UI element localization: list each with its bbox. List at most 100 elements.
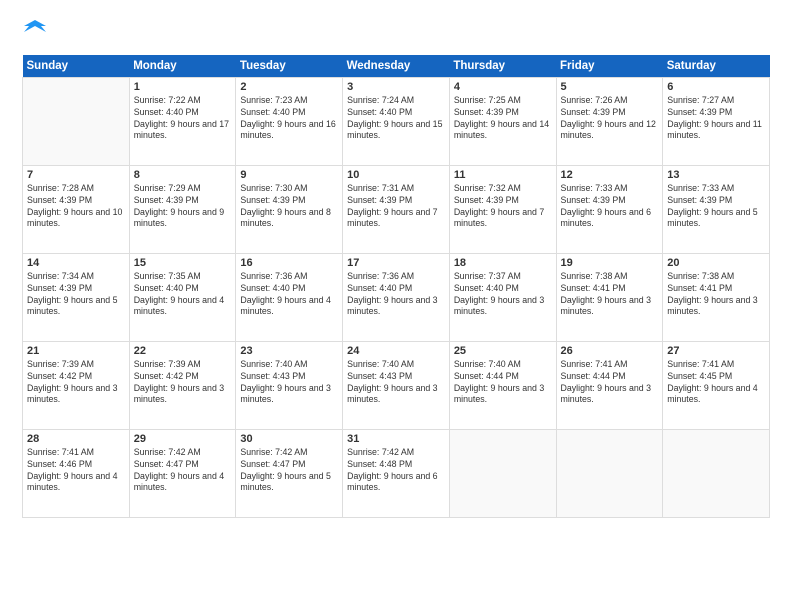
day-number: 28 <box>27 433 125 445</box>
day-number: 2 <box>240 81 338 93</box>
day-info: Sunrise: 7:27 AM Sunset: 4:39 PM Dayligh… <box>667 95 765 143</box>
day-number: 10 <box>347 169 445 181</box>
header-thursday: Thursday <box>449 55 556 78</box>
day-number: 15 <box>134 257 232 269</box>
day-number: 5 <box>561 81 659 93</box>
logo <box>22 18 46 45</box>
calendar-cell: 6 Sunrise: 7:27 AM Sunset: 4:39 PM Daylig… <box>663 77 770 165</box>
day-number: 7 <box>27 169 125 181</box>
day-number: 22 <box>134 345 232 357</box>
calendar-cell: 4 Sunrise: 7:25 AM Sunset: 4:39 PM Daylig… <box>449 77 556 165</box>
calendar-cell <box>449 429 556 517</box>
day-info: Sunrise: 7:22 AM Sunset: 4:40 PM Dayligh… <box>134 95 232 143</box>
calendar-week-row: 7 Sunrise: 7:28 AM Sunset: 4:39 PM Daylig… <box>23 165 770 253</box>
calendar-cell <box>663 429 770 517</box>
header-sunday: Sunday <box>23 55 130 78</box>
calendar-cell: 30Sunrise: 7:42 AM Sunset: 4:47 PM Dayli… <box>236 429 343 517</box>
day-number: 21 <box>27 345 125 357</box>
calendar-week-row: 14Sunrise: 7:34 AM Sunset: 4:39 PM Dayli… <box>23 253 770 341</box>
calendar-week-row: 28Sunrise: 7:41 AM Sunset: 4:46 PM Dayli… <box>23 429 770 517</box>
day-number: 6 <box>667 81 765 93</box>
day-info: Sunrise: 7:23 AM Sunset: 4:40 PM Dayligh… <box>240 95 338 143</box>
day-number: 8 <box>134 169 232 181</box>
calendar-cell: 24 Sunrise: 7:40 AM Sunset: 4:43 PM Dayli… <box>343 341 450 429</box>
calendar-cell: 5 Sunrise: 7:26 AM Sunset: 4:39 PM Daylig… <box>556 77 663 165</box>
day-number: 9 <box>240 169 338 181</box>
day-number: 25 <box>454 345 552 357</box>
calendar-cell: 3Sunrise: 7:24 AM Sunset: 4:40 PM Daylig… <box>343 77 450 165</box>
day-info: Sunrise: 7:29 AM Sunset: 4:39 PM Dayligh… <box>134 183 232 231</box>
calendar-cell: 31 Sunrise: 7:42 AM Sunset: 4:48 PM Dayli… <box>343 429 450 517</box>
day-number: 4 <box>454 81 552 93</box>
day-info: Sunrise: 7:41 AM Sunset: 4:44 PM Dayligh… <box>561 359 659 407</box>
header-friday: Friday <box>556 55 663 78</box>
calendar-cell: 12 Sunrise: 7:33 AM Sunset: 4:39 PM Dayli… <box>556 165 663 253</box>
day-info: Sunrise: 7:40 AM Sunset: 4:44 PM Dayligh… <box>454 359 552 407</box>
calendar-cell: 27Sunrise: 7:41 AM Sunset: 4:45 PM Dayli… <box>663 341 770 429</box>
day-number: 14 <box>27 257 125 269</box>
day-info: Sunrise: 7:38 AM Sunset: 4:41 PM Dayligh… <box>667 271 765 319</box>
day-info: Sunrise: 7:37 AM Sunset: 4:40 PM Dayligh… <box>454 271 552 319</box>
day-info: Sunrise: 7:30 AM Sunset: 4:39 PM Dayligh… <box>240 183 338 231</box>
calendar-cell: 13 Sunrise: 7:33 AM Sunset: 4:39 PM Dayli… <box>663 165 770 253</box>
calendar-week-row: 1 Sunrise: 7:22 AM Sunset: 4:40 PM Daylig… <box>23 77 770 165</box>
day-number: 17 <box>347 257 445 269</box>
day-number: 16 <box>240 257 338 269</box>
day-info: Sunrise: 7:28 AM Sunset: 4:39 PM Dayligh… <box>27 183 125 231</box>
calendar-cell: 7 Sunrise: 7:28 AM Sunset: 4:39 PM Daylig… <box>23 165 130 253</box>
day-info: Sunrise: 7:25 AM Sunset: 4:39 PM Dayligh… <box>454 95 552 143</box>
day-info: Sunrise: 7:41 AM Sunset: 4:45 PM Dayligh… <box>667 359 765 407</box>
calendar-cell: 8 Sunrise: 7:29 AM Sunset: 4:39 PM Daylig… <box>129 165 236 253</box>
calendar-cell: 21Sunrise: 7:39 AM Sunset: 4:42 PM Dayli… <box>23 341 130 429</box>
day-info: Sunrise: 7:42 AM Sunset: 4:48 PM Dayligh… <box>347 447 445 495</box>
calendar-cell: 29 Sunrise: 7:42 AM Sunset: 4:47 PM Dayli… <box>129 429 236 517</box>
calendar-week-row: 21Sunrise: 7:39 AM Sunset: 4:42 PM Dayli… <box>23 341 770 429</box>
calendar-cell: 15 Sunrise: 7:35 AM Sunset: 4:40 PM Dayli… <box>129 253 236 341</box>
day-number: 18 <box>454 257 552 269</box>
calendar-cell: 2 Sunrise: 7:23 AM Sunset: 4:40 PM Daylig… <box>236 77 343 165</box>
day-info: Sunrise: 7:33 AM Sunset: 4:39 PM Dayligh… <box>561 183 659 231</box>
day-number: 11 <box>454 169 552 181</box>
day-info: Sunrise: 7:32 AM Sunset: 4:39 PM Dayligh… <box>454 183 552 231</box>
day-number: 26 <box>561 345 659 357</box>
day-info: Sunrise: 7:40 AM Sunset: 4:43 PM Dayligh… <box>240 359 338 407</box>
day-info: Sunrise: 7:42 AM Sunset: 4:47 PM Dayligh… <box>240 447 338 495</box>
logo-text <box>22 18 46 45</box>
weekday-header-row: Sunday Monday Tuesday Wednesday Thursday… <box>23 55 770 78</box>
day-info: Sunrise: 7:38 AM Sunset: 4:41 PM Dayligh… <box>561 271 659 319</box>
day-info: Sunrise: 7:24 AM Sunset: 4:40 PM Dayligh… <box>347 95 445 143</box>
day-number: 31 <box>347 433 445 445</box>
calendar-cell: 11 Sunrise: 7:32 AM Sunset: 4:39 PM Dayli… <box>449 165 556 253</box>
day-info: Sunrise: 7:40 AM Sunset: 4:43 PM Dayligh… <box>347 359 445 407</box>
calendar-table: Sunday Monday Tuesday Wednesday Thursday… <box>22 55 770 518</box>
page: Sunday Monday Tuesday Wednesday Thursday… <box>0 0 792 612</box>
calendar-cell: 16 Sunrise: 7:36 AM Sunset: 4:40 PM Dayli… <box>236 253 343 341</box>
day-number: 23 <box>240 345 338 357</box>
calendar-cell: 28Sunrise: 7:41 AM Sunset: 4:46 PM Dayli… <box>23 429 130 517</box>
header-monday: Monday <box>129 55 236 78</box>
day-number: 13 <box>667 169 765 181</box>
logo-bird-icon <box>24 18 46 40</box>
calendar-cell: 25 Sunrise: 7:40 AM Sunset: 4:44 PM Dayli… <box>449 341 556 429</box>
calendar-cell <box>23 77 130 165</box>
day-info: Sunrise: 7:31 AM Sunset: 4:39 PM Dayligh… <box>347 183 445 231</box>
header <box>22 18 770 45</box>
calendar-cell: 17Sunrise: 7:36 AM Sunset: 4:40 PM Dayli… <box>343 253 450 341</box>
day-info: Sunrise: 7:35 AM Sunset: 4:40 PM Dayligh… <box>134 271 232 319</box>
calendar-cell <box>556 429 663 517</box>
day-info: Sunrise: 7:26 AM Sunset: 4:39 PM Dayligh… <box>561 95 659 143</box>
day-info: Sunrise: 7:33 AM Sunset: 4:39 PM Dayligh… <box>667 183 765 231</box>
day-number: 29 <box>134 433 232 445</box>
day-info: Sunrise: 7:36 AM Sunset: 4:40 PM Dayligh… <box>240 271 338 319</box>
day-info: Sunrise: 7:42 AM Sunset: 4:47 PM Dayligh… <box>134 447 232 495</box>
calendar-cell: 20 Sunrise: 7:38 AM Sunset: 4:41 PM Dayli… <box>663 253 770 341</box>
day-number: 12 <box>561 169 659 181</box>
header-saturday: Saturday <box>663 55 770 78</box>
calendar-cell: 23 Sunrise: 7:40 AM Sunset: 4:43 PM Dayli… <box>236 341 343 429</box>
calendar-cell: 22Sunrise: 7:39 AM Sunset: 4:42 PM Dayli… <box>129 341 236 429</box>
calendar-cell: 19Sunrise: 7:38 AM Sunset: 4:41 PM Dayli… <box>556 253 663 341</box>
day-number: 20 <box>667 257 765 269</box>
calendar-cell: 18 Sunrise: 7:37 AM Sunset: 4:40 PM Dayli… <box>449 253 556 341</box>
day-number: 24 <box>347 345 445 357</box>
day-number: 1 <box>134 81 232 93</box>
